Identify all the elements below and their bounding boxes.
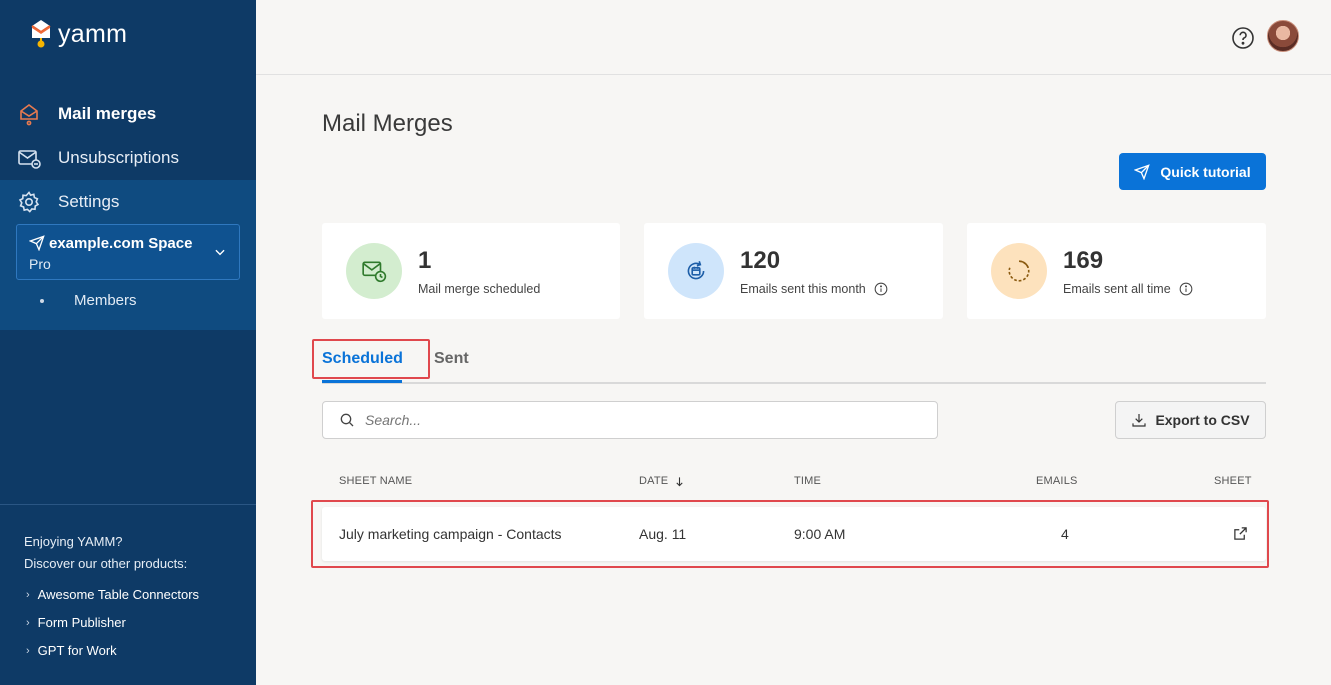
stat-card-scheduled: 1 Mail merge scheduled — [322, 223, 620, 319]
scheduled-mail-icon — [346, 243, 402, 299]
sort-down-arrow-icon — [676, 476, 683, 486]
search-icon — [340, 413, 354, 427]
chevron-right-icon: › — [26, 588, 30, 601]
page-title: Mail Merges — [322, 110, 453, 137]
promo-link-label: Form Publisher — [37, 615, 126, 630]
download-icon — [1132, 414, 1147, 427]
stat-label-text: Emails sent this month — [740, 282, 866, 296]
stat-value: 169 — [1063, 247, 1104, 274]
top-bar — [256, 0, 1331, 75]
stat-label: Emails sent all time — [1063, 282, 1193, 296]
yamm-logo-icon — [31, 20, 51, 48]
column-header-label: SHEET NAME — [339, 475, 413, 487]
promo-link-gpt-for-work[interactable]: › GPT for Work — [26, 643, 117, 658]
brand-name: yamm — [58, 19, 128, 48]
column-header-time[interactable]: TIME — [794, 475, 821, 487]
help-icon[interactable] — [1231, 26, 1255, 50]
info-icon[interactable] — [1179, 282, 1193, 296]
space-plan: Pro — [29, 256, 51, 272]
gear-icon — [16, 189, 42, 215]
column-header-emails[interactable]: EMAILS — [1036, 475, 1078, 487]
sidebar-item-label: Mail merges — [58, 104, 157, 123]
sidebar-item-unsubscriptions[interactable]: Unsubscriptions — [0, 136, 256, 180]
tab-sent[interactable]: Sent — [434, 350, 469, 368]
unsubscribe-icon — [16, 145, 42, 171]
sidebar-item-members[interactable]: Members — [40, 292, 137, 309]
promo-line-2: Discover our other products: — [24, 556, 188, 571]
export-csv-button[interactable]: Export to CSV — [1115, 401, 1266, 439]
promo-link-label: GPT for Work — [37, 643, 117, 658]
yamm-logo[interactable]: yamm — [30, 18, 127, 50]
active-tab-indicator — [322, 380, 402, 383]
loading-circle-icon — [991, 243, 1047, 299]
sidebar: yamm Mail merges Unsubscriptions Setting… — [0, 0, 256, 685]
highlight-box-tab — [312, 339, 430, 379]
send-icon — [29, 235, 45, 251]
tabs-divider — [322, 382, 1266, 384]
sidebar-item-label: Unsubscriptions — [58, 148, 179, 167]
avatar[interactable] — [1267, 20, 1299, 52]
chevron-right-icon: › — [26, 616, 30, 629]
search-box — [322, 401, 938, 439]
calendar-refresh-icon — [668, 243, 724, 299]
sidebar-item-settings[interactable]: Settings — [0, 180, 256, 224]
column-header-label: TIME — [794, 475, 822, 487]
stat-label: Emails sent this month — [740, 282, 888, 296]
chevron-down-icon — [215, 249, 225, 256]
highlight-box-row — [311, 500, 1269, 568]
bullet-icon — [40, 298, 44, 303]
column-header-label: DATE — [639, 475, 669, 487]
space-selector[interactable]: example.com Space Pro — [16, 224, 240, 280]
sidebar-divider — [0, 504, 256, 505]
promo-line-1: Enjoying YAMM? — [24, 534, 123, 549]
promo-text: Enjoying YAMM? Discover our other produc… — [24, 531, 187, 575]
quick-tutorial-label: Quick tutorial — [1160, 163, 1251, 180]
promo-link-label: Awesome Table Connectors — [37, 587, 200, 602]
stat-value: 120 — [740, 247, 781, 274]
promo-link-awesome-table[interactable]: › Awesome Table Connectors — [26, 587, 199, 602]
chevron-right-icon: › — [26, 644, 30, 657]
column-header-label: SHEET — [1214, 475, 1252, 487]
info-icon[interactable] — [874, 282, 888, 296]
search-input[interactable] — [365, 412, 905, 428]
stat-card-month: 120 Emails sent this month — [644, 223, 943, 319]
sidebar-item-mail-merges[interactable]: Mail merges — [0, 92, 256, 136]
stat-label: Mail merge scheduled — [418, 282, 540, 296]
space-name: example.com Space — [49, 235, 193, 252]
export-csv-label: Export to CSV — [1155, 412, 1250, 428]
column-header-label: EMAILS — [1036, 475, 1078, 487]
promo-link-form-publisher[interactable]: › Form Publisher — [26, 615, 126, 630]
stat-label-text: Emails sent all time — [1063, 282, 1171, 296]
stat-value: 1 — [418, 247, 432, 274]
sidebar-item-label: Settings — [58, 192, 120, 211]
sidebar-item-label: Members — [74, 292, 137, 309]
stat-label-text: Mail merge scheduled — [418, 282, 541, 296]
column-header-sheet-name[interactable]: SHEET NAME — [339, 475, 412, 487]
stat-card-all-time: 169 Emails sent all time — [967, 223, 1266, 319]
mail-merge-icon — [16, 101, 42, 127]
quick-tutorial-button[interactable]: Quick tutorial — [1119, 153, 1266, 190]
column-header-date[interactable]: DATE — [639, 475, 685, 487]
column-header-sheet[interactable]: SHEET — [1214, 475, 1252, 487]
send-icon — [1134, 163, 1151, 180]
